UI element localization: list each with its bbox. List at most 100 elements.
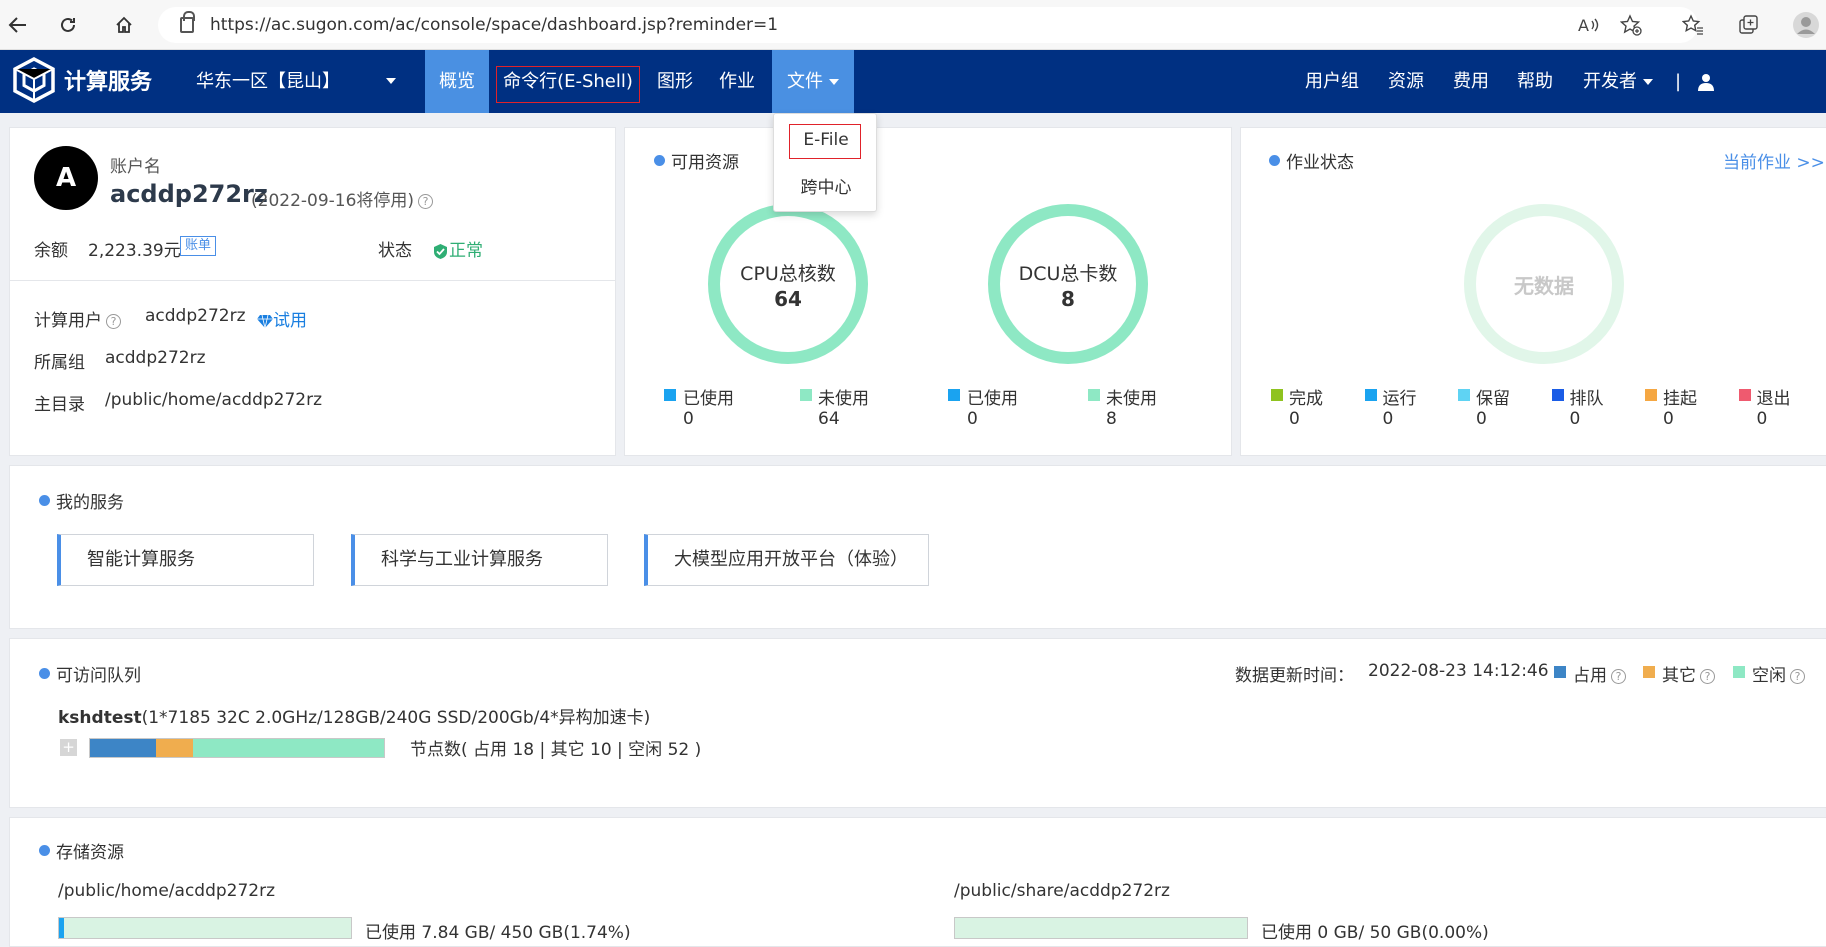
expand-icon[interactable]: + xyxy=(60,739,77,756)
trial-label: 试用 xyxy=(273,311,307,331)
address-bar[interactable]: https://ac.sugon.com/ac/console/space/da… xyxy=(158,7,1698,43)
storage-usage-share: 已使用 0 GB/ 50 GB(0.00%) xyxy=(1261,923,1489,943)
highlight-box xyxy=(789,124,861,159)
favorites-icon[interactable] xyxy=(1678,8,1708,42)
legend-free-swatch xyxy=(1088,389,1100,401)
account-name-label: 账户名 xyxy=(110,157,161,177)
compute-user-label: 计算用户? xyxy=(34,306,121,331)
queue-node-counts: 节点数( 占用 18 | 其它 10 | 空闲 52 ) xyxy=(410,740,702,760)
shield-check-icon xyxy=(434,243,447,259)
read-aloud-icon[interactable]: A xyxy=(1574,8,1604,42)
queues-title: 可访问队列 xyxy=(39,661,141,686)
queue-bar-occupied xyxy=(90,739,157,757)
nav-overview[interactable]: 概览 xyxy=(425,50,489,113)
region-selector[interactable]: 华东一区【昆山】 xyxy=(196,50,340,113)
help-icon[interactable]: ? xyxy=(1611,668,1626,684)
storage-title: 存储资源 xyxy=(39,838,124,863)
nav-usergroup[interactable]: 用户组 xyxy=(1302,50,1362,113)
nav-files[interactable]: 文件 xyxy=(772,50,854,113)
storage-fill-home xyxy=(59,918,65,938)
nav-cost[interactable]: 费用 xyxy=(1450,50,1492,113)
current-jobs-link[interactable]: 当前作业 >> xyxy=(1723,148,1825,173)
update-time-value: 2022-08-23 14:12:46 xyxy=(1368,661,1549,681)
nav-user[interactable]: acddp272rz xyxy=(1698,50,1826,155)
brand-logo[interactable]: 计算服务 xyxy=(10,56,152,104)
job-legend-label: 保留 xyxy=(1476,389,1510,409)
home-value: /public/home/acddp272rz xyxy=(105,390,323,410)
cpu-used-value: 0 xyxy=(683,409,694,429)
status-badge: 正常 xyxy=(432,236,483,261)
nav-jobs[interactable]: 作业 xyxy=(712,50,762,113)
job-legend-value: 0 xyxy=(1663,409,1674,429)
compute-user-label-text: 计算用户 xyxy=(34,311,102,331)
legend-occupied-label: 占用 xyxy=(1573,666,1607,686)
help-icon[interactable]: ? xyxy=(1790,668,1805,684)
job-legend-value: 0 xyxy=(1289,409,1300,429)
favorite-add-icon[interactable] xyxy=(1616,8,1646,42)
balance-label: 余额 xyxy=(34,241,68,261)
service-button-ai[interactable]: 智能计算服务 xyxy=(57,534,314,586)
legend-other-swatch xyxy=(1643,666,1655,678)
account-expiry-text: (2022-09-16将停用) xyxy=(251,191,415,211)
home-icon[interactable] xyxy=(106,7,142,43)
dcu-label: DCU总卡数 xyxy=(1018,263,1118,285)
dcu-used-label: 已使用 xyxy=(967,389,1018,409)
help-icon[interactable]: ? xyxy=(106,313,121,329)
group-value: acddp272rz xyxy=(105,348,206,368)
cpu-used-label: 已使用 xyxy=(683,389,734,409)
legend-used-swatch xyxy=(664,389,676,401)
highlight-box xyxy=(496,66,640,103)
help-icon[interactable]: ? xyxy=(1700,668,1715,684)
menu-item-cross-center[interactable]: 跨中心 xyxy=(774,173,878,198)
url-text: https://ac.sugon.com/ac/console/space/da… xyxy=(210,15,779,35)
job-legend-value: 0 xyxy=(1382,409,1394,429)
nav-resources[interactable]: 资源 xyxy=(1385,50,1427,113)
legend-occupied: 占用? xyxy=(1573,661,1626,686)
nav-help[interactable]: 帮助 xyxy=(1514,50,1556,113)
job-legend-label: 完成 xyxy=(1289,389,1323,409)
nav-developer-label: 开发者 xyxy=(1583,71,1637,92)
job-legend-swatch xyxy=(1551,389,1564,401)
legend-idle-swatch xyxy=(1733,666,1745,678)
cpu-label: CPU总核数 xyxy=(740,263,836,285)
service-button-science[interactable]: 科学与工业计算服务 xyxy=(351,534,608,586)
dcu-total: 8 xyxy=(1061,287,1075,311)
profile-icon[interactable] xyxy=(1790,8,1822,42)
diamond-icon xyxy=(257,314,273,329)
reload-icon[interactable] xyxy=(50,7,86,43)
job-legend-swatch xyxy=(1458,389,1470,401)
chevron-down-icon[interactable] xyxy=(386,78,396,84)
services-title: 我的服务 xyxy=(39,488,124,513)
legend-used-swatch xyxy=(948,389,960,401)
job-legend-label: 退出 xyxy=(1756,389,1791,409)
service-button-llm[interactable]: 大模型应用开放平台（体验） xyxy=(644,534,929,586)
job-legend-value: 0 xyxy=(1476,409,1487,429)
avatar: A xyxy=(34,146,98,210)
job-legend-value: 0 xyxy=(1756,409,1768,429)
cpu-free-value: 64 xyxy=(818,409,840,429)
nav-graphics[interactable]: 图形 xyxy=(650,50,700,113)
svg-text:A: A xyxy=(1578,16,1589,34)
collections-icon[interactable] xyxy=(1734,8,1764,42)
legend-other-label: 其它 xyxy=(1662,666,1696,686)
storage-path-home: /public/home/acddp272rz xyxy=(58,881,276,901)
job-legend-swatch xyxy=(1271,389,1283,401)
help-icon[interactable]: ? xyxy=(418,193,434,209)
legend-other: 其它? xyxy=(1662,661,1715,686)
divider xyxy=(9,280,616,281)
lock-icon xyxy=(180,11,195,33)
storage-bar-share xyxy=(954,917,1248,939)
cpu-free-label: 未使用 xyxy=(818,389,869,409)
compute-user-value: acddp272rz xyxy=(145,306,246,326)
back-icon[interactable] xyxy=(0,7,36,43)
queue-info: kshdtest(1*7185 32C 2.0GHz/128GB/240G SS… xyxy=(58,703,650,728)
nav-developer[interactable]: 开发者 xyxy=(1580,50,1656,113)
legend-idle-label: 空闲 xyxy=(1752,666,1786,686)
queue-bar-idle xyxy=(192,739,384,757)
storage-bar-home xyxy=(58,917,352,939)
bill-button[interactable]: 账单 xyxy=(180,236,217,256)
legend-occupied-swatch xyxy=(1554,666,1566,678)
job-legend-swatch xyxy=(1364,389,1377,401)
queue-bar-other xyxy=(156,739,193,757)
queue-name: kshdtest xyxy=(58,708,142,728)
